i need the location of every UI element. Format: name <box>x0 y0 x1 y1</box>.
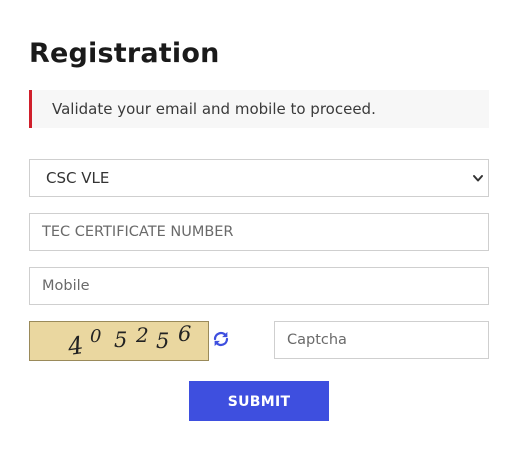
mobile-input[interactable]: Mobile <box>29 267 489 305</box>
chevron-down-icon <box>473 175 483 182</box>
mobile-placeholder: Mobile <box>42 278 90 294</box>
captcha-char: 0 <box>90 326 102 347</box>
captcha-image: 4 0 5 2 5 6 <box>29 321 209 361</box>
captcha-char: 5 <box>156 329 170 353</box>
captcha-char: 6 <box>178 322 192 346</box>
refresh-icon[interactable] <box>212 330 230 348</box>
notice-text: Validate your email and mobile to procee… <box>52 100 376 118</box>
tec-certificate-placeholder: TEC CERTIFICATE NUMBER <box>42 224 234 240</box>
captcha-placeholder: Captcha <box>287 332 347 348</box>
captcha-input[interactable]: Captcha <box>274 321 489 359</box>
captcha-char: 5 <box>114 328 128 352</box>
page-title: Registration <box>29 38 220 69</box>
notice-banner: Validate your email and mobile to procee… <box>29 90 489 128</box>
user-type-selected-value: CSC VLE <box>46 169 110 187</box>
submit-button[interactable]: SUBMIT <box>189 381 329 421</box>
tec-certificate-input[interactable]: TEC CERTIFICATE NUMBER <box>29 213 489 251</box>
captcha-char: 2 <box>136 323 149 347</box>
captcha-char: 4 <box>66 331 86 361</box>
user-type-select[interactable]: CSC VLE <box>29 159 489 197</box>
